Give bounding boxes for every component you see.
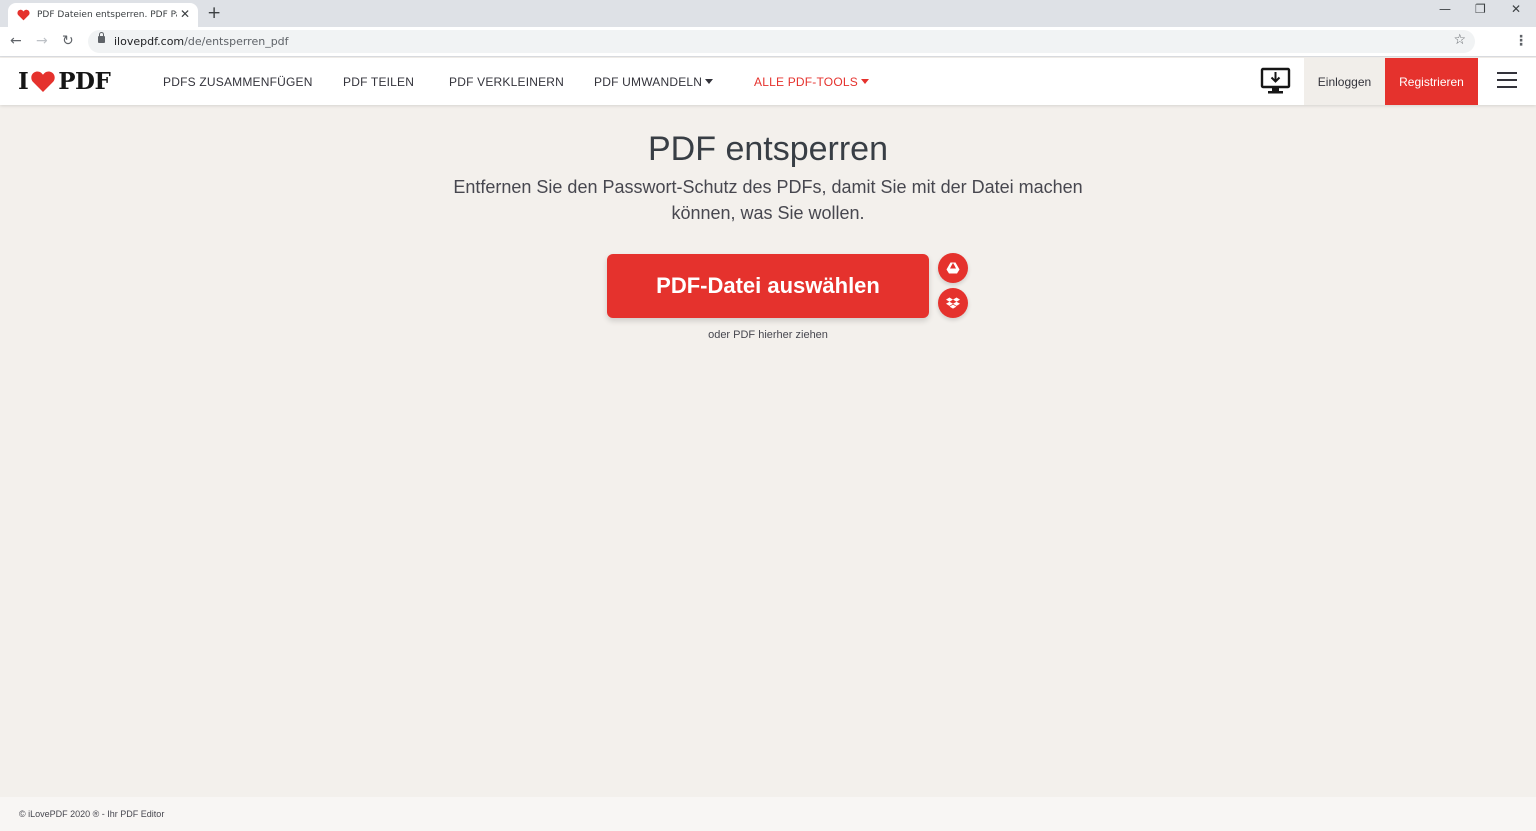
register-button[interactable]: Registrieren [1385,58,1478,105]
desktop-download-icon[interactable] [1260,67,1291,100]
browser-menu-icon[interactable]: ⋮ [1514,33,1528,49]
logo-text-right: PDF [58,67,111,95]
nav-all-tools-label: ALLE PDF-TOOLS [754,75,858,89]
caret-down-icon [705,79,714,85]
address-bar[interactable]: ilovepdf.com/de/entsperren_pdf ☆ [88,30,1475,53]
hamburger-icon[interactable] [1497,72,1517,88]
browser-tabbar: PDF Dateien entsperren. PDF Pas ✕ + — ❐ … [0,0,1536,27]
drop-hint: oder PDF hierher ziehen [708,329,828,341]
url-host: ilovepdf.com [114,35,185,48]
bookmark-star-icon[interactable]: ☆ [1453,32,1466,48]
heart-icon [16,8,30,22]
minimize-icon[interactable]: — [1439,2,1451,16]
nav-convert-pdf[interactable]: PDF UMWANDELN [594,75,714,89]
logo-text-left: I [18,67,29,95]
page-title: PDF entsperren [648,130,888,168]
site-footer: © iLovePDF 2020 ® - Ihr PDF Editor [0,797,1536,831]
tab-title: PDF Dateien entsperren. PDF Pas [37,10,177,20]
login-button[interactable]: Einloggen [1304,58,1385,105]
reload-icon[interactable]: ↻ [62,33,74,49]
site-header: I PDF PDFS ZUSAMMENFÜGEN PDF TEILEN PDF … [0,58,1536,105]
restore-icon[interactable]: ❐ [1475,2,1486,16]
browser-tab[interactable]: PDF Dateien entsperren. PDF Pas ✕ [8,3,198,27]
lock-icon [98,32,105,43]
nav-split-pdf[interactable]: PDF TEILEN [343,75,414,89]
tab-close-icon[interactable]: ✕ [180,7,190,21]
back-icon[interactable]: ← [10,33,22,49]
dropbox-icon[interactable] [938,288,968,318]
forward-icon[interactable]: → [36,33,48,49]
url-path: /de/entsperren_pdf [184,35,289,48]
nav-convert-label: PDF UMWANDELN [594,75,703,89]
select-pdf-button[interactable]: PDF-Datei auswählen [607,254,929,318]
footer-copyright: © iLovePDF 2020 ® - Ihr PDF Editor [19,809,165,819]
ilovepdf-logo[interactable]: I PDF [18,67,111,95]
url-text: ilovepdf.com/de/entsperren_pdf [114,35,289,48]
browser-toolbar: ← → ↻ ilovepdf.com/de/entsperren_pdf ☆ [0,27,1536,57]
nav-all-tools[interactable]: ALLE PDF-TOOLS [754,75,869,89]
nav-compress-pdf[interactable]: PDF VERKLEINERN [449,75,564,89]
google-drive-icon[interactable] [938,253,968,283]
logo-heart-icon [30,70,56,93]
nav-merge-pdf[interactable]: PDFS ZUSAMMENFÜGEN [163,75,313,89]
new-tab-button[interactable]: + [207,3,221,23]
close-window-icon[interactable]: ✕ [1511,2,1521,16]
page-subtitle: Entfernen Sie den Passwort-Schutz des PD… [453,177,1083,223]
caret-down-icon [860,79,869,85]
